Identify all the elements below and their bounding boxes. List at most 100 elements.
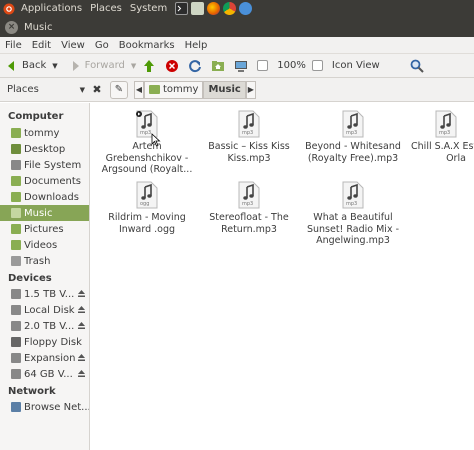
sidebar-item-device[interactable]: Expansion [0, 350, 89, 366]
sidebar-item-pictures[interactable]: Pictures [0, 221, 89, 237]
terminal-icon[interactable] [175, 2, 189, 15]
chevron-left-icon: ◀ [135, 85, 143, 94]
folder-icon [11, 192, 21, 202]
sidebar-item-label: 64 GB V... [24, 368, 73, 380]
stop-button[interactable] [162, 56, 185, 76]
chevron-down-icon: ▼ [52, 61, 58, 70]
computer-button[interactable] [231, 56, 254, 76]
eject-icon[interactable] [77, 321, 86, 330]
file-item[interactable]: mp3 Stereofloat - The Return.mp3 [199, 181, 299, 235]
ubuntu-logo-icon[interactable] [3, 3, 15, 15]
audio-file-icon: mp3 [342, 110, 364, 138]
file-item[interactable]: mp3 Beyond - Whitesand (Royalty Free).mp… [303, 110, 403, 164]
screenshot-icon[interactable] [191, 2, 205, 15]
computer-icon [234, 59, 248, 73]
back-history-dropdown[interactable]: ▼ [49, 56, 60, 76]
menu-file[interactable]: File [0, 40, 27, 51]
file-item[interactable]: mp3 Bassic – Kiss Kiss Kiss.mp3 [199, 110, 299, 164]
sidebar-item-label: Pictures [24, 223, 64, 235]
sidebar-item-device[interactable]: Local Disk [0, 302, 89, 318]
home-button[interactable] [208, 56, 231, 76]
eject-icon[interactable] [77, 289, 86, 298]
sidebar-item-label: Videos [24, 239, 58, 251]
file-name: Stereofloat - The Return.mp3 [209, 212, 289, 235]
sidebar-item-device[interactable]: 2.0 TB V... [0, 318, 89, 334]
music-folder-icon [11, 208, 21, 218]
harddisk-icon [11, 369, 21, 379]
mouse-cursor-icon [151, 133, 161, 147]
sidebar-item-device[interactable]: 1.5 TB V... [0, 286, 89, 302]
file-type-badge: mp3 [346, 130, 358, 136]
folder-icon [11, 176, 21, 186]
menu-help[interactable]: Help [180, 40, 213, 51]
folder-icon [11, 224, 21, 234]
window-title-bar[interactable]: × Music [0, 17, 474, 37]
back-button[interactable]: Back [2, 56, 49, 76]
file-type-badge: mp3 [346, 201, 358, 207]
file-view[interactable]: mp3 Artem Grebenshchikov - Argsound (Roy… [91, 103, 474, 450]
sidebar-item-label: Trash [24, 255, 51, 267]
chrome-icon[interactable] [223, 2, 237, 15]
weather-icon[interactable] [239, 2, 253, 15]
menu-go[interactable]: Go [90, 40, 114, 51]
menu-edit[interactable]: Edit [27, 40, 56, 51]
back-arrow-icon [5, 59, 19, 73]
eject-icon[interactable] [77, 353, 86, 362]
file-item[interactable]: mp3 What a Beautiful Sunset! Radio Mix -… [303, 181, 403, 247]
top-panel: Applications Places System [0, 0, 474, 17]
file-item[interactable]: ogg Rildrim - Moving Inward .ogg [97, 181, 197, 235]
forward-history-dropdown[interactable]: ▼ [128, 56, 139, 76]
reload-button[interactable] [185, 56, 208, 76]
up-button[interactable] [139, 56, 162, 76]
sidebar-mode-select[interactable]: Places ▼ [2, 80, 90, 100]
menu-bookmarks[interactable]: Bookmarks [114, 40, 180, 51]
file-item[interactable]: mp3 Chill S.A.X Esteban Orla [406, 110, 474, 164]
breadcrumb-label: Music [208, 84, 241, 95]
sidebar-item-desktop[interactable]: Desktop [0, 141, 89, 157]
sidebar-item-documents[interactable]: Documents [0, 173, 89, 189]
places-label: Places [7, 84, 39, 95]
zoom-out-button[interactable] [254, 56, 274, 76]
breadcrumb-tommy[interactable]: tommy [144, 80, 204, 99]
sidebar-item-device[interactable]: 64 GB V... [0, 366, 89, 382]
view-mode-select[interactable]: Icon View [329, 56, 403, 76]
crumb-left-button[interactable]: ◀ [134, 80, 144, 99]
eject-icon[interactable] [77, 305, 86, 314]
forward-button[interactable]: Forward [65, 56, 128, 76]
file-item[interactable]: mp3 Artem Grebenshchikov - Argsound (Roy… [97, 110, 197, 176]
harddisk-icon [11, 160, 21, 170]
toggle-location-button[interactable]: ✎ [110, 80, 128, 99]
breadcrumb-music[interactable]: Music [203, 80, 246, 99]
harddisk-icon [11, 353, 21, 363]
sidebar-item-trash[interactable]: Trash [0, 253, 89, 269]
firefox-icon[interactable] [207, 2, 221, 15]
back-label: Back [22, 60, 47, 71]
sidebar-item-label: Desktop [24, 143, 66, 155]
system-menu[interactable]: System [126, 3, 171, 14]
audio-file-icon: mp3 [238, 110, 260, 138]
applications-menu[interactable]: Applications [17, 3, 86, 14]
menu-view[interactable]: View [56, 40, 90, 51]
close-icon[interactable]: × [5, 20, 18, 34]
up-arrow-icon [142, 59, 156, 73]
forward-label: Forward [84, 60, 125, 71]
sidebar-item-tommy[interactable]: tommy [0, 125, 89, 141]
crumb-right-button[interactable]: ▶ [245, 80, 256, 99]
zoom-in-button[interactable] [309, 56, 329, 76]
sidebar-item-videos[interactable]: Videos [0, 237, 89, 253]
places-menu[interactable]: Places [86, 3, 126, 14]
sidebar-item-music[interactable]: Music [0, 205, 89, 221]
chevron-down-icon: ▼ [130, 61, 137, 70]
sidebar-item-browse-network[interactable]: Browse Net... [0, 399, 89, 415]
close-sidebar-button[interactable]: ✖ [90, 83, 104, 97]
folder-icon [11, 240, 21, 250]
sidebar-item-device[interactable]: Floppy Disk [0, 334, 89, 350]
sidebar-item-downloads[interactable]: Downloads [0, 189, 89, 205]
sidebar-item-label: tommy [24, 127, 60, 139]
sidebar-item-file-system[interactable]: File System [0, 157, 89, 173]
home-folder-icon [149, 85, 160, 94]
eject-icon[interactable] [77, 369, 86, 378]
search-button[interactable] [407, 56, 430, 76]
home-folder-icon [11, 128, 21, 138]
view-mode-label: Icon View [331, 60, 380, 71]
